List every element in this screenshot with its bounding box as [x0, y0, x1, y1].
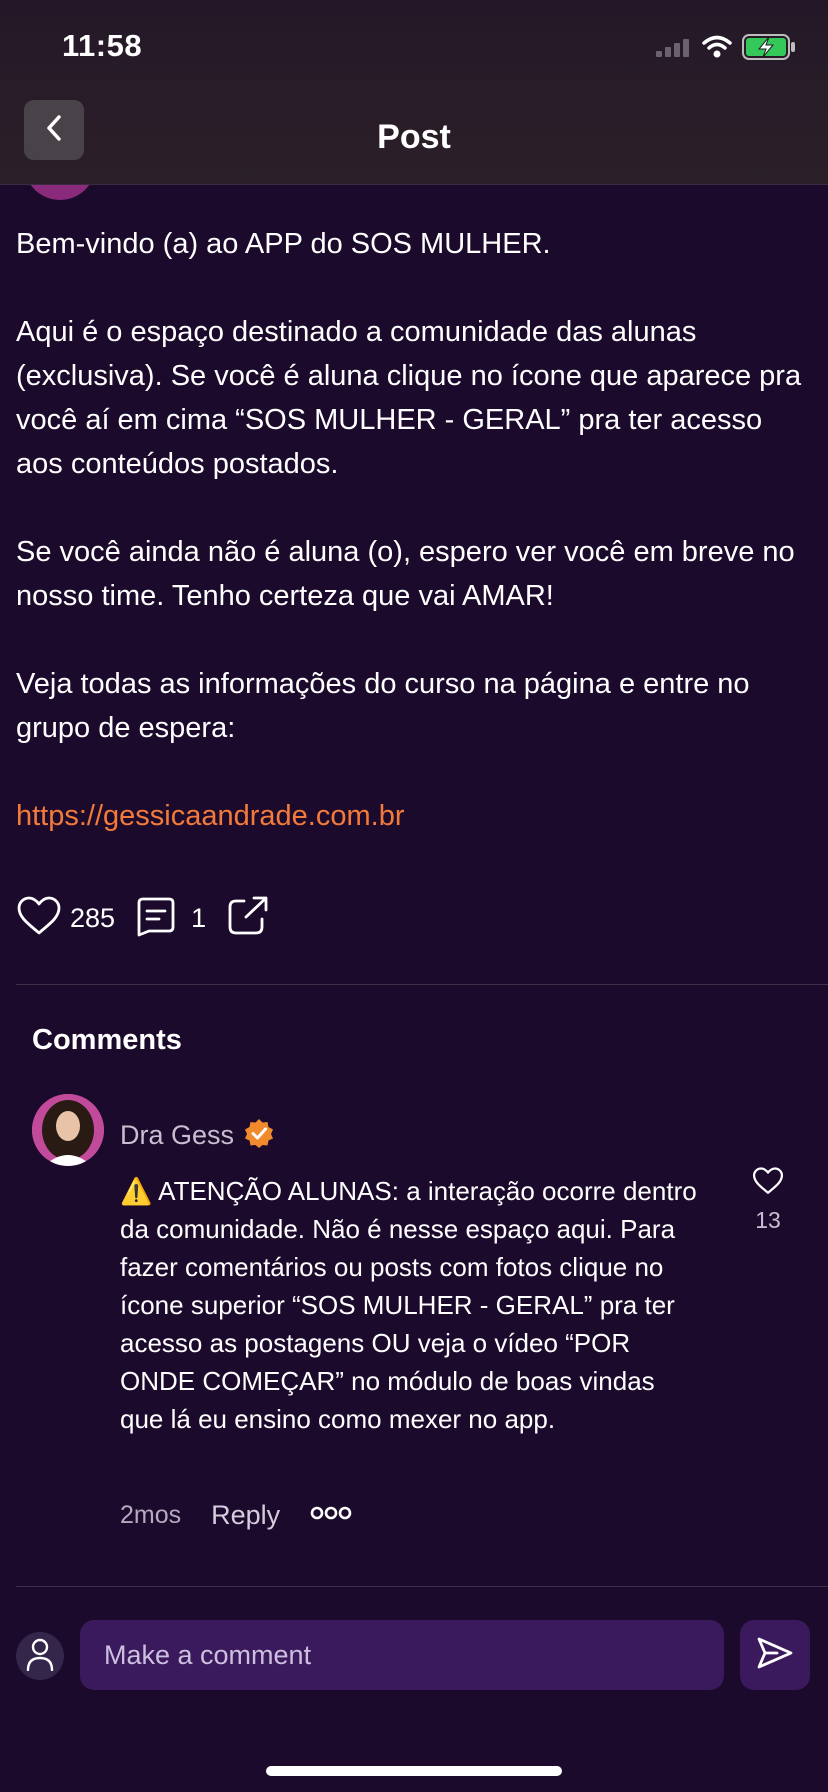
battery-charging-icon — [742, 33, 796, 65]
status-icons — [656, 33, 796, 65]
comment-meta: 2mos Reply — [120, 1500, 352, 1531]
comments-button[interactable]: 1 — [135, 895, 206, 942]
like-count: 285 — [70, 902, 116, 933]
post-paragraph: Bem-vindo (a) ao APP do SOS MULHER. — [16, 228, 551, 260]
post-paragraph: Aqui é o espaço destinado a comunidade d… — [16, 316, 802, 480]
cellular-signal-icon — [656, 37, 692, 62]
wifi-icon — [702, 35, 732, 64]
share-button[interactable] — [226, 895, 270, 942]
post-paragraph: Veja todas as informações do curso na pá… — [16, 668, 750, 744]
top-bar: 11:58 Post — [0, 0, 828, 185]
comment-time: 2mos — [120, 1501, 182, 1529]
more-options-icon[interactable] — [310, 1506, 352, 1525]
user-icon — [25, 1637, 55, 1676]
post-paragraph: Se você ainda não é aluna (o), espero ve… — [16, 536, 795, 612]
post-link[interactable]: https://gessicaandrade.com.br — [16, 794, 816, 838]
send-button[interactable] — [740, 1620, 810, 1690]
status-time: 11:58 — [62, 28, 143, 63]
send-icon — [755, 1635, 795, 1676]
comment-author-name: Dra Gess — [120, 1120, 235, 1150]
current-user-avatar — [16, 1632, 64, 1680]
divider — [16, 1586, 828, 1587]
home-indicator — [266, 1766, 562, 1776]
comment-like-count: 13 — [755, 1207, 781, 1233]
comment-author[interactable]: Dra Gess — [120, 1118, 274, 1153]
comment-like-button[interactable]: 13 — [748, 1166, 788, 1234]
divider — [16, 984, 828, 985]
heart-icon — [752, 1167, 784, 1200]
like-button[interactable]: 285 — [16, 895, 115, 942]
avatar[interactable] — [32, 1094, 104, 1166]
share-icon — [226, 895, 270, 942]
reply-button[interactable]: Reply — [211, 1500, 280, 1531]
comment-count: 1 — [191, 902, 207, 933]
comment-text: ⚠️ ATENÇÃO ALUNAS: a interação ocorre de… — [120, 1176, 697, 1434]
heart-icon — [16, 895, 62, 942]
comment-icon — [135, 895, 177, 942]
page-title: Post — [377, 118, 451, 156]
comments-heading: Comments — [32, 1024, 182, 1056]
comment-input[interactable] — [80, 1620, 724, 1690]
post-actions: 285 1 — [16, 896, 270, 940]
post-body: Bem-vindo (a) ao APP do SOS MULHER. Aqui… — [16, 222, 816, 838]
verified-badge-icon — [244, 1118, 274, 1153]
